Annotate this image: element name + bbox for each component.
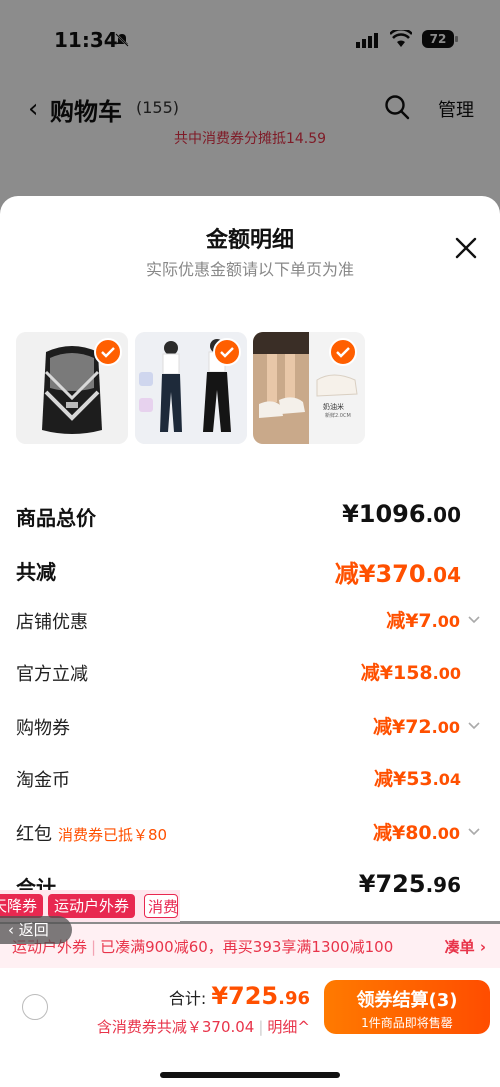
- sheet-subtitle: 实际优惠金额请以下单页为准: [145, 260, 354, 279]
- chevron-down-icon[interactable]: [468, 722, 480, 730]
- row-value: ¥725.96: [358, 870, 461, 898]
- chevron-down-icon[interactable]: [468, 616, 480, 624]
- total-price: 合计: ¥725.96: [168, 982, 310, 1010]
- row-label: 官方立减: [16, 664, 88, 685]
- row-value: 减¥158.00: [360, 662, 461, 684]
- coupon-tag[interactable]: 天降券: [0, 894, 44, 918]
- row-value: 减¥7.00: [386, 610, 460, 632]
- row-value: 减¥72.00: [372, 716, 460, 738]
- row-value: 减¥80.00: [372, 822, 460, 844]
- row-label: 淘金币: [16, 770, 70, 791]
- row-value: 减¥370.04: [334, 560, 461, 588]
- row-goods-total: 商品总价 ¥1096.00: [0, 494, 500, 534]
- chevron-down-icon[interactable]: [468, 828, 480, 836]
- select-all-checkbox[interactable]: [22, 994, 48, 1020]
- consumer-coupon-note: 消费券已抵￥80: [58, 826, 168, 844]
- row-official-discount: 官方立减 减¥158.00: [0, 652, 500, 692]
- row-value: 减¥53.04: [373, 768, 461, 790]
- selected-check-icon: [213, 338, 241, 366]
- row-label: 共减: [16, 560, 56, 584]
- close-icon[interactable]: [452, 234, 480, 262]
- home-indicator: [160, 1072, 340, 1078]
- row-store-discount[interactable]: 店铺优惠 减¥7.00: [0, 600, 500, 640]
- row-label: 购物券: [16, 718, 70, 739]
- amount-detail-sheet: 金额明细 实际优惠金额请以下单页为准 奶油米 新鲜2.0CM 商品总价 ¥109…: [0, 196, 500, 921]
- savings-summary[interactable]: 含消费券共减￥370.04 | 明细^: [97, 1016, 310, 1037]
- checkout-button[interactable]: 领券结算(3) 1件商品即将售罄: [324, 980, 490, 1034]
- row-taojinbi: 淘金币 减¥53.04: [0, 758, 500, 798]
- row-shopping-coupon[interactable]: 购物券 减¥72.00: [0, 706, 500, 746]
- detail-toggle: 明细^: [267, 1018, 310, 1036]
- row-label: 商品总价: [16, 506, 96, 530]
- row-red-packet[interactable]: 红包 消费券已抵￥80 减¥80.00: [0, 812, 500, 852]
- sheet-title: 金额明细: [205, 228, 294, 253]
- thumb-caption: 奶油米: [323, 403, 344, 411]
- promo-message: 运动户外券 | 已凑满900减60，再买393享满1300减100: [12, 938, 394, 956]
- product-thumb-sneakers[interactable]: 奶油米 新鲜2.0CM: [253, 332, 365, 444]
- row-total-discount: 共减 减¥370.04: [0, 548, 500, 588]
- thumb-caption-sub: 新鲜2.0CM: [325, 413, 351, 419]
- add-items-link[interactable]: 凑单 ›: [445, 936, 486, 957]
- coupon-tag[interactable]: 运动户外券: [48, 894, 136, 918]
- return-button[interactable]: ‹ 返回: [0, 916, 72, 944]
- product-thumb-pants[interactable]: [135, 332, 247, 444]
- row-value: ¥1096.00: [342, 500, 461, 528]
- product-thumb-backpack[interactable]: [16, 332, 128, 444]
- coupon-tag[interactable]: 消费: [144, 894, 178, 918]
- promo-bar: 运动户外券 | 已凑满900减60，再买393享满1300减100 凑单 ›: [0, 924, 500, 968]
- selected-check-icon: [329, 338, 357, 366]
- chevron-left-icon: ‹: [8, 921, 19, 939]
- selected-check-icon: [94, 338, 122, 366]
- checkout-bar: 合计: ¥725.96 含消费券共减￥370.04 | 明细^ 领券结算(3) 1件…: [0, 968, 500, 1087]
- row-label: 红包 消费券已抵￥80: [16, 824, 168, 845]
- row-label: 店铺优惠: [16, 612, 88, 633]
